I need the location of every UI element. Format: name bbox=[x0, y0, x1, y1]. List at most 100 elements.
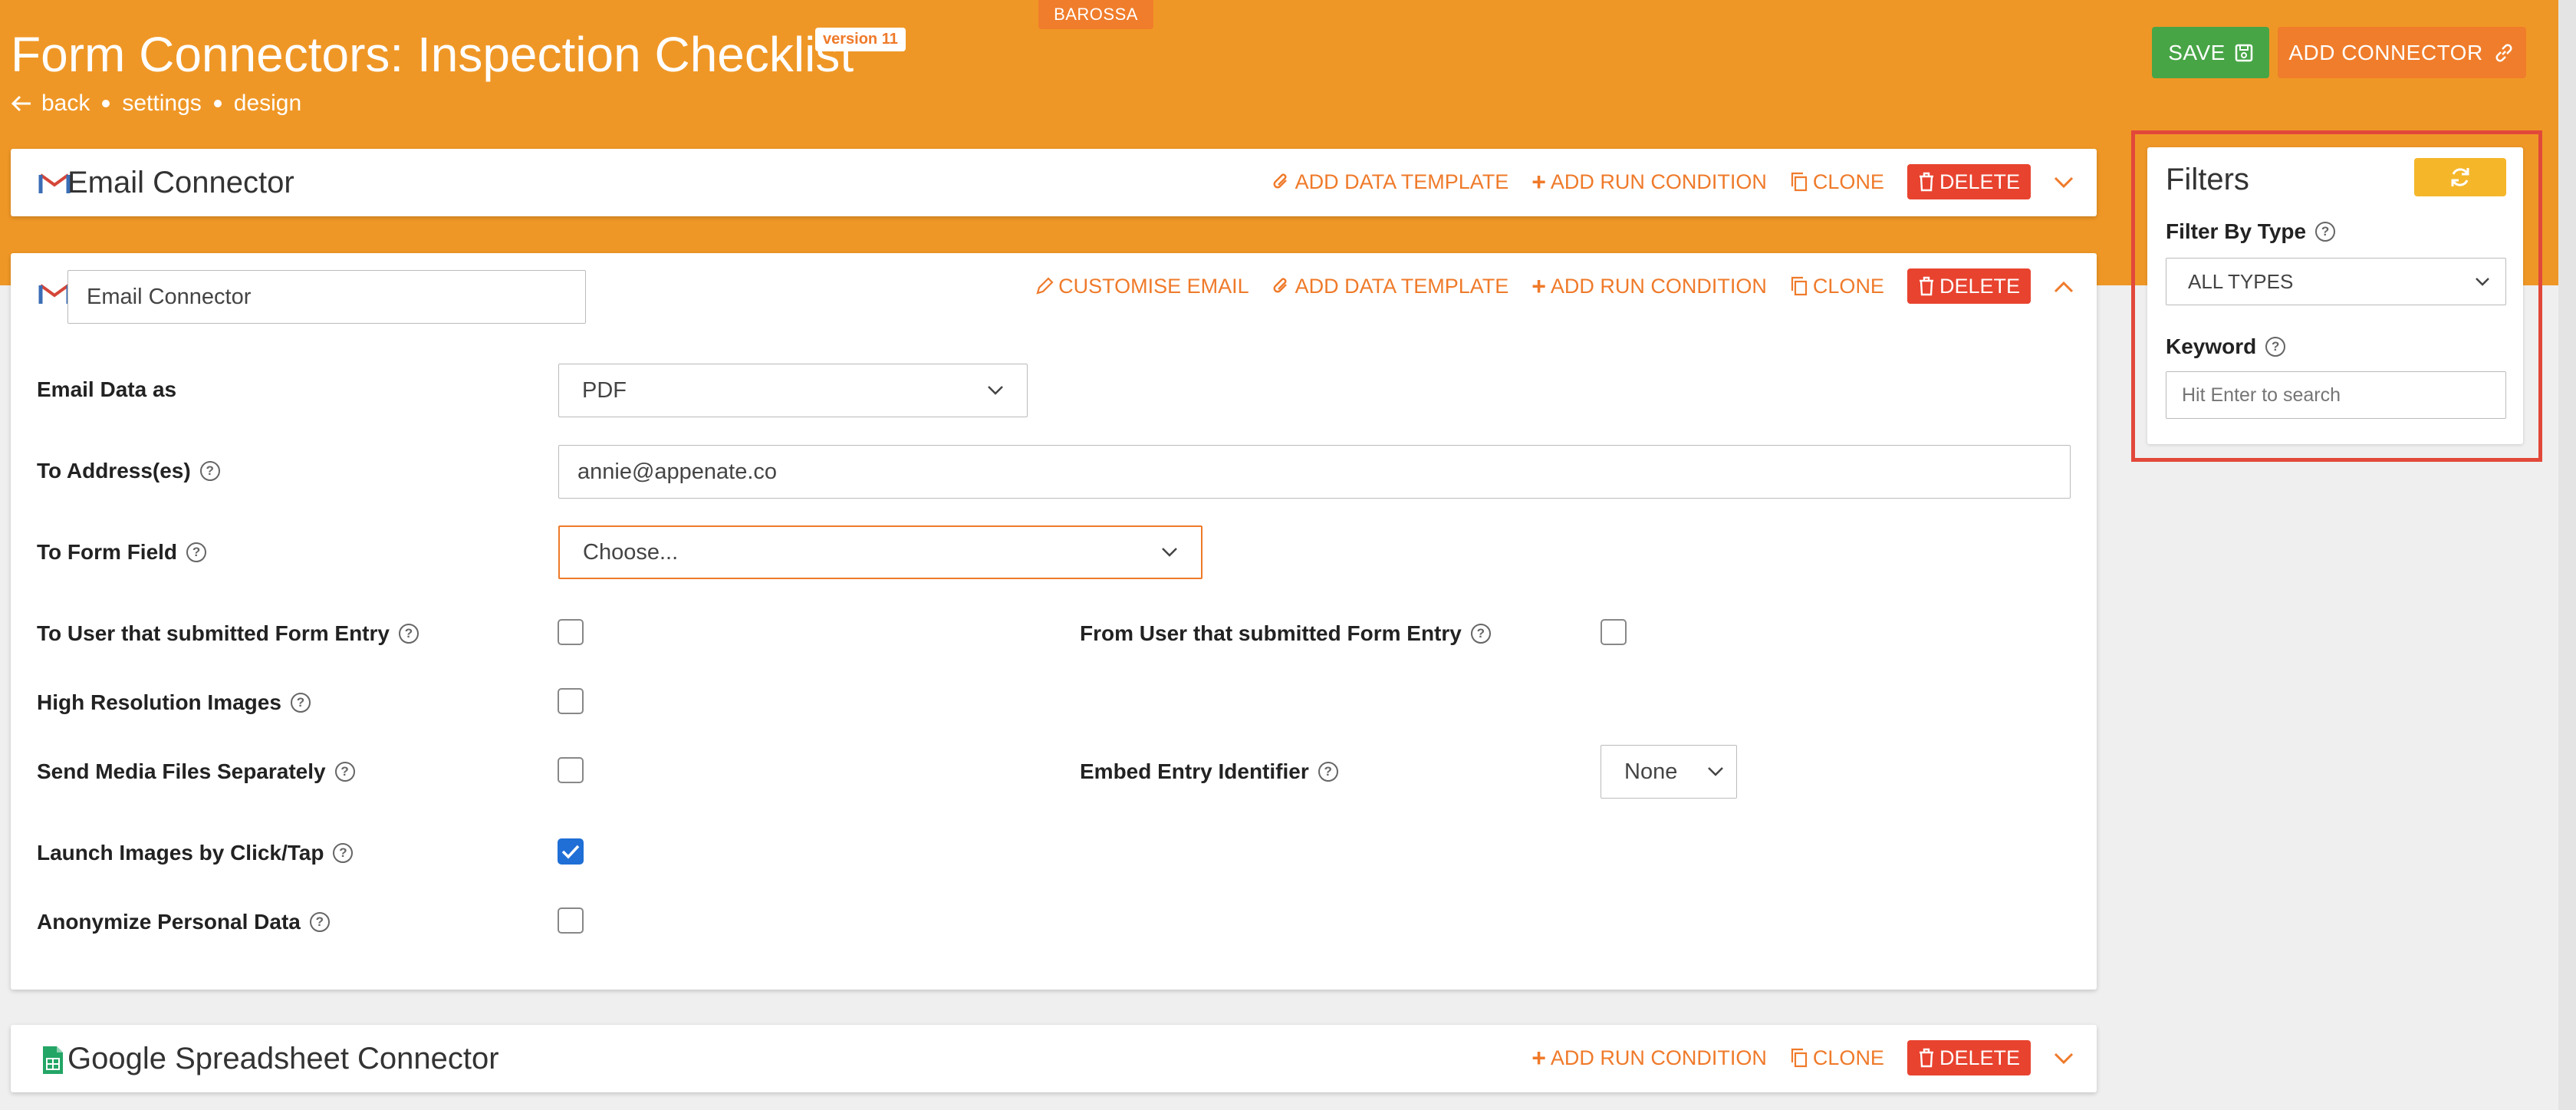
help-icon[interactable]: ? bbox=[2265, 337, 2286, 357]
launch-images-label: Launch Images by Click/Tap ? bbox=[37, 841, 354, 865]
back-label: back bbox=[41, 91, 90, 116]
chevron-down-icon bbox=[1162, 548, 1177, 557]
link-icon bbox=[2495, 44, 2512, 61]
filters-panel: Filters Filter By Type ? ALL TYPES Keywo… bbox=[2147, 147, 2523, 444]
connector-actions: + ADD RUN CONDITION CLONE DELETE bbox=[1531, 1040, 2074, 1075]
add-connector-button[interactable]: ADD CONNECTOR bbox=[2278, 27, 2526, 78]
delete-button[interactable]: DELETE bbox=[1907, 164, 2031, 199]
customise-email-label: CUSTOMISE EMAIL bbox=[1058, 274, 1249, 298]
help-icon[interactable]: ? bbox=[398, 624, 419, 644]
keyword-label: Keyword ? bbox=[2166, 334, 2286, 359]
from-user-submitted-label: From User that submitted Form Entry ? bbox=[1080, 621, 1491, 646]
copy-icon bbox=[1791, 1048, 1808, 1068]
google-spreadsheet-connector-card: Google Spreadsheet Connector + ADD RUN C… bbox=[11, 1025, 2097, 1092]
help-icon[interactable]: ? bbox=[199, 461, 220, 481]
customise-email-button[interactable]: CUSTOMISE EMAIL bbox=[1035, 275, 1249, 298]
clone-button[interactable]: CLONE bbox=[1790, 170, 1884, 194]
chevron-up-icon[interactable] bbox=[2054, 273, 2074, 299]
add-run-condition-button[interactable]: + ADD RUN CONDITION bbox=[1531, 272, 1767, 301]
add-data-template-button[interactable]: ADD DATA TEMPLATE bbox=[1272, 170, 1509, 194]
plus-icon: + bbox=[1531, 167, 1546, 196]
pencil-icon bbox=[1036, 277, 1054, 295]
help-icon[interactable]: ? bbox=[2315, 222, 2336, 242]
save-label: SAVE bbox=[2168, 40, 2226, 64]
to-form-field-label: To Form Field ? bbox=[37, 540, 207, 565]
clone-label: CLONE bbox=[1812, 1046, 1884, 1069]
launch-images-checkbox[interactable] bbox=[558, 838, 584, 865]
high-res-images-checkbox[interactable] bbox=[558, 688, 584, 714]
filter-by-type-label: Filter By Type ? bbox=[2166, 219, 2336, 244]
email-data-as-text: Email Data as bbox=[37, 377, 177, 401]
to-user-submitted-checkbox[interactable] bbox=[558, 619, 584, 645]
add-run-condition-label: ADD RUN CONDITION bbox=[1550, 1046, 1767, 1069]
refresh-filters-button[interactable] bbox=[2414, 158, 2506, 196]
add-data-template-label: ADD DATA TEMPLATE bbox=[1295, 274, 1509, 298]
chevron-down-icon[interactable] bbox=[2054, 169, 2074, 195]
to-addresses-text: To Address(es) bbox=[37, 459, 191, 483]
nav-separator bbox=[213, 100, 222, 107]
email-data-as-select[interactable]: PDF bbox=[558, 364, 1028, 417]
delete-button[interactable]: DELETE bbox=[1907, 1040, 2031, 1075]
design-link[interactable]: design bbox=[234, 91, 301, 117]
email-data-as-label: Email Data as bbox=[37, 377, 176, 402]
page-title: Form Connectors: Inspection Checklist bbox=[11, 27, 854, 82]
filter-by-type-value: ALL TYPES bbox=[2188, 269, 2294, 293]
help-icon[interactable]: ? bbox=[186, 542, 207, 562]
plus-icon: + bbox=[1531, 272, 1546, 300]
high-res-images-text: High Resolution Images bbox=[37, 690, 281, 714]
anonymize-text: Anonymize Personal Data bbox=[37, 910, 301, 934]
anonymize-label: Anonymize Personal Data ? bbox=[37, 910, 330, 934]
settings-link[interactable]: settings bbox=[122, 91, 201, 117]
add-connector-label: ADD CONNECTOR bbox=[2288, 40, 2483, 64]
connector-title: Google Spreadsheet Connector bbox=[67, 1042, 499, 1075]
help-icon[interactable]: ? bbox=[1470, 624, 1491, 644]
clone-label: CLONE bbox=[1812, 170, 1884, 193]
to-addresses-input[interactable]: annie@appenate.co bbox=[558, 445, 2071, 499]
add-run-condition-button[interactable]: + ADD RUN CONDITION bbox=[1531, 168, 1767, 196]
embed-entry-identifier-select[interactable]: None bbox=[1601, 745, 1737, 799]
trash-icon bbox=[1919, 1048, 1933, 1068]
send-media-separately-text: Send Media Files Separately bbox=[37, 759, 326, 783]
scrollbar-track[interactable] bbox=[2558, 0, 2576, 1110]
connector-actions: ADD DATA TEMPLATE + ADD RUN CONDITION CL… bbox=[1272, 164, 2074, 199]
add-run-condition-label: ADD RUN CONDITION bbox=[1550, 274, 1767, 298]
add-data-template-button[interactable]: ADD DATA TEMPLATE bbox=[1272, 274, 1509, 298]
add-run-condition-label: ADD RUN CONDITION bbox=[1550, 170, 1767, 193]
keyword-search-input[interactable] bbox=[2166, 371, 2506, 419]
arrow-left-icon bbox=[11, 95, 31, 112]
send-media-separately-checkbox[interactable] bbox=[558, 757, 584, 783]
clone-button[interactable]: CLONE bbox=[1790, 275, 1884, 298]
back-link[interactable]: back bbox=[11, 91, 90, 117]
connector-title: Email Connector bbox=[67, 166, 294, 199]
copy-icon bbox=[1791, 172, 1808, 192]
connector-name-input[interactable] bbox=[67, 270, 586, 324]
chevron-down-icon bbox=[988, 386, 1003, 395]
embed-entry-identifier-text: Embed Entry Identifier bbox=[1080, 759, 1309, 783]
gmail-icon bbox=[38, 173, 71, 194]
help-icon[interactable]: ? bbox=[290, 693, 311, 713]
help-icon[interactable]: ? bbox=[333, 843, 354, 863]
high-res-images-label: High Resolution Images ? bbox=[37, 690, 311, 715]
clone-button[interactable]: CLONE bbox=[1790, 1046, 1884, 1070]
help-icon[interactable]: ? bbox=[334, 762, 355, 782]
chevron-down-icon[interactable] bbox=[2054, 1045, 2074, 1071]
delete-button[interactable]: DELETE bbox=[1907, 268, 2031, 304]
floppy-disk-icon bbox=[2235, 44, 2253, 61]
to-form-field-select[interactable]: Choose... bbox=[558, 525, 1202, 579]
filter-by-type-select[interactable]: ALL TYPES bbox=[2166, 258, 2506, 305]
anonymize-checkbox[interactable] bbox=[558, 907, 584, 934]
keyword-text: Keyword bbox=[2166, 334, 2257, 358]
from-user-submitted-checkbox[interactable] bbox=[1601, 619, 1627, 645]
add-data-template-label: ADD DATA TEMPLATE bbox=[1295, 170, 1509, 193]
to-addresses-value: annie@appenate.co bbox=[577, 459, 778, 484]
checkmark-icon bbox=[561, 845, 580, 859]
delete-label: DELETE bbox=[1939, 1046, 2020, 1069]
delete-label: DELETE bbox=[1939, 274, 2020, 298]
help-icon[interactable]: ? bbox=[1318, 762, 1338, 782]
email-connector-card-expanded: CUSTOMISE EMAIL ADD DATA TEMPLATE + ADD … bbox=[11, 253, 2097, 990]
paperclip-icon bbox=[1273, 173, 1287, 189]
add-run-condition-button[interactable]: + ADD RUN CONDITION bbox=[1531, 1044, 1767, 1072]
to-form-field-value: Choose... bbox=[583, 539, 679, 565]
save-button[interactable]: SAVE bbox=[2152, 27, 2269, 78]
help-icon[interactable]: ? bbox=[309, 912, 330, 932]
